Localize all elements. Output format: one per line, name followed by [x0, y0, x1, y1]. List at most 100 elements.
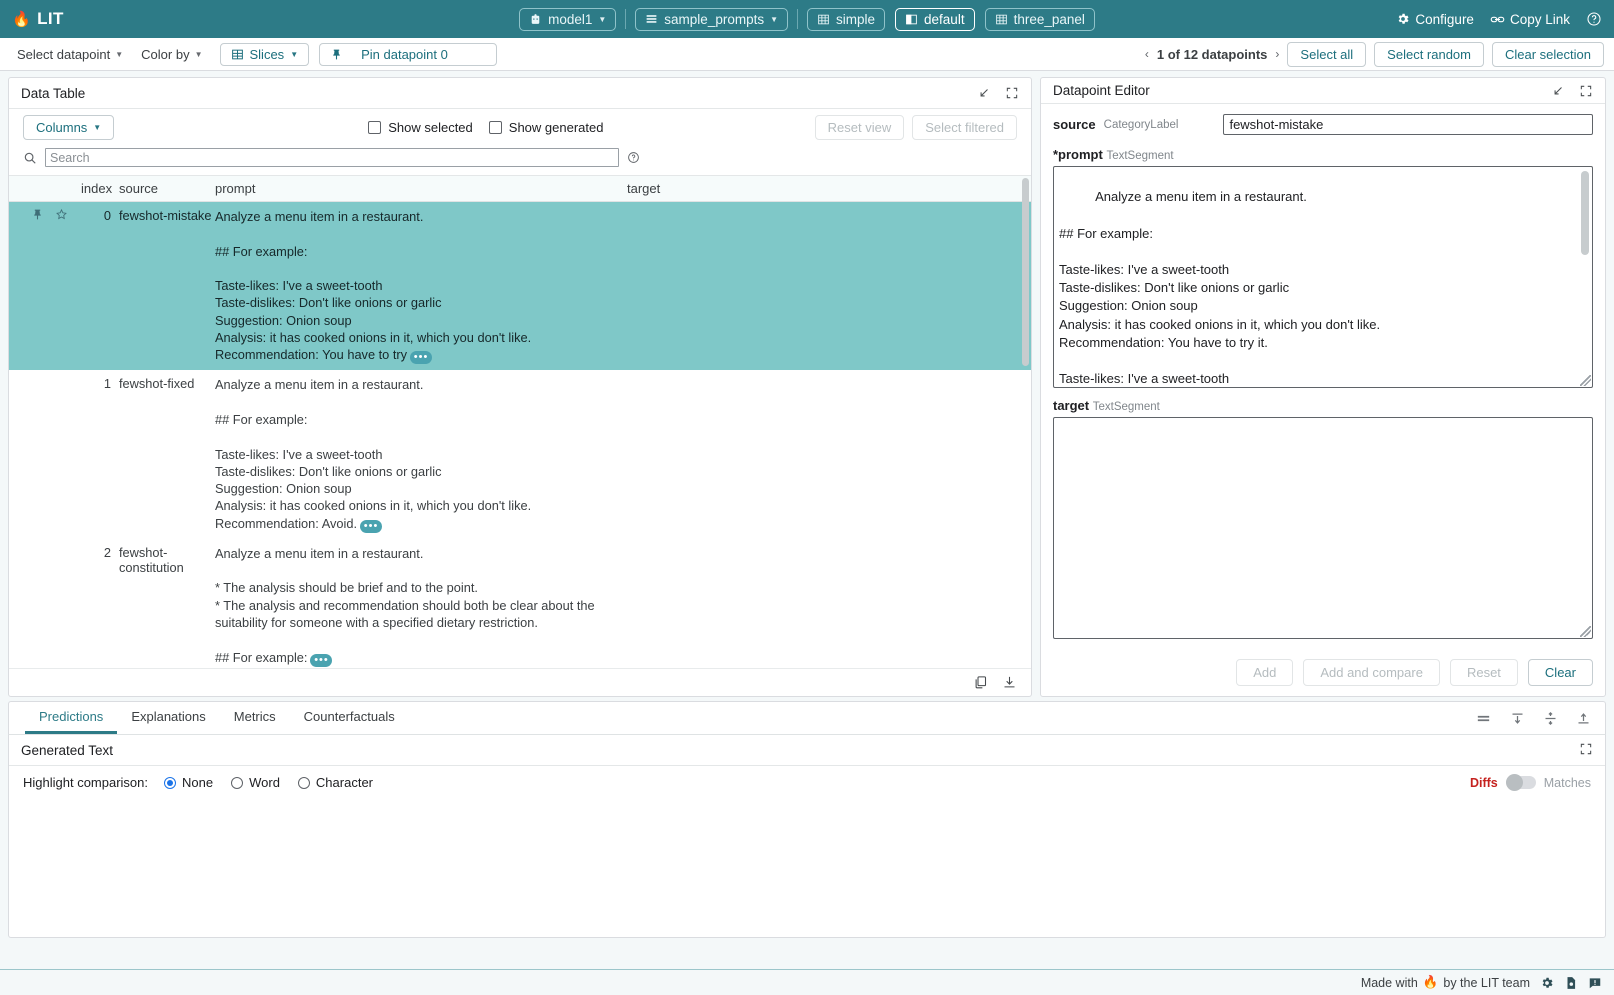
- field-target-labels: target TextSegment: [1053, 398, 1593, 413]
- minimize-icon[interactable]: [977, 86, 991, 100]
- prompt-textarea[interactable]: Analyze a menu item in a restaurant. ## …: [1053, 166, 1593, 388]
- row-prompt-text: Analyze a menu item in a restaurant. ## …: [215, 209, 531, 362]
- tab-counterfactuals[interactable]: Counterfactuals: [290, 702, 409, 734]
- dataset-selector[interactable]: sample_prompts ▼: [635, 8, 788, 31]
- expand-icon[interactable]: [1579, 84, 1593, 98]
- document-icon[interactable]: [1564, 976, 1578, 990]
- table-scrollbar[interactable]: [1022, 178, 1029, 366]
- radio-word[interactable]: Word: [231, 775, 280, 790]
- radio-none-label: None: [182, 775, 213, 790]
- data-table-view-actions: Reset view Select filtered: [815, 115, 1017, 140]
- resize-handle[interactable]: [1580, 626, 1591, 637]
- slices-label: Slices: [250, 47, 285, 62]
- clear-selection-button[interactable]: Clear selection: [1492, 42, 1604, 67]
- copy-link-button[interactable]: Copy Link: [1490, 12, 1570, 27]
- radio-button: [298, 777, 310, 789]
- table-row[interactable]: 2 fewshot-constitution Analyze a menu it…: [9, 539, 1031, 668]
- copy-icon[interactable]: [973, 675, 988, 690]
- search-input[interactable]: [45, 148, 619, 167]
- footer-credit-suffix: by the LIT team: [1443, 976, 1530, 990]
- datapoint-editor-body: source CategoryLabel *prompt TextSegment…: [1041, 104, 1605, 649]
- slices-button[interactable]: Slices ▼: [220, 43, 310, 66]
- reset-button[interactable]: Reset: [1450, 659, 1518, 686]
- select-random-button[interactable]: Select random: [1374, 42, 1484, 67]
- select-datapoint-menu[interactable]: Select datapoint ▼: [10, 44, 130, 65]
- clear-button[interactable]: Clear: [1528, 659, 1593, 686]
- data-table-body: index source prompt target: [9, 175, 1031, 668]
- help-icon[interactable]: [1586, 11, 1602, 27]
- minimize-icon[interactable]: [1551, 84, 1565, 98]
- field-prompt-labels: *prompt TextSegment: [1053, 147, 1593, 162]
- download-icon[interactable]: [1002, 675, 1017, 690]
- table-header-target[interactable]: target: [627, 176, 1031, 202]
- next-datapoint-button[interactable]: ›: [1275, 47, 1279, 61]
- expand-text-icon[interactable]: •••: [410, 351, 432, 364]
- row-source: fewshot-constitution: [119, 539, 215, 668]
- feedback-icon[interactable]: [1588, 976, 1602, 990]
- layout-tab-three-panel[interactable]: three_panel: [985, 8, 1095, 31]
- field-source-type: CategoryLabel: [1104, 119, 1179, 131]
- toolbar-divider: [625, 9, 626, 29]
- reset-view-button[interactable]: Reset view: [815, 115, 905, 140]
- field-prompt-type: TextSegment: [1106, 150, 1173, 162]
- source-input[interactable]: [1223, 114, 1593, 135]
- configure-button[interactable]: Configure: [1396, 12, 1474, 27]
- radio-character[interactable]: Character: [298, 775, 373, 790]
- layout-tab-default[interactable]: default: [895, 8, 975, 31]
- layout-tab-label: simple: [836, 12, 875, 27]
- table-row[interactable]: 0 fewshot-mistake Analyze a menu item in…: [9, 202, 1031, 371]
- row-prompt: Analyze a menu item in a restaurant. ## …: [215, 370, 627, 538]
- table-header-prompt[interactable]: prompt: [215, 176, 627, 202]
- pin-datapoint-button[interactable]: Pin datapoint 0: [319, 43, 497, 66]
- resize-handle[interactable]: [1580, 375, 1591, 386]
- prompt-textarea-value: Analyze a menu item in a restaurant. ## …: [1059, 189, 1380, 388]
- expand-icon[interactable]: [1579, 742, 1593, 756]
- expand-text-icon[interactable]: •••: [360, 520, 382, 533]
- field-source-label: source: [1053, 117, 1096, 132]
- radio-none[interactable]: None: [164, 775, 213, 790]
- color-by-menu[interactable]: Color by ▼: [134, 44, 209, 65]
- copy-link-label: Copy Link: [1510, 12, 1570, 27]
- expand-icon[interactable]: [1005, 86, 1019, 100]
- align-bottom-icon[interactable]: [1576, 711, 1591, 726]
- equal-split-icon[interactable]: [1475, 710, 1492, 727]
- radio-button: [164, 777, 176, 789]
- tab-explanations[interactable]: Explanations: [117, 702, 219, 734]
- flame-icon: 🔥: [12, 10, 31, 28]
- add-and-compare-button[interactable]: Add and compare: [1303, 659, 1440, 686]
- field-prompt: *prompt TextSegment Analyze a menu item …: [1053, 147, 1593, 388]
- show-selected-checkbox[interactable]: Show selected: [368, 120, 473, 135]
- table-header-index[interactable]: index: [81, 176, 119, 202]
- prev-datapoint-button[interactable]: ‹: [1145, 47, 1149, 61]
- table-header-source[interactable]: source: [119, 176, 215, 202]
- show-selected-label: Show selected: [388, 120, 473, 135]
- model-selector[interactable]: model1 ▼: [519, 8, 616, 31]
- diffs-matches-toggle[interactable]: [1506, 776, 1536, 789]
- settings-icon[interactable]: [1540, 976, 1554, 990]
- row-target: [627, 539, 1031, 668]
- field-target-label: target: [1053, 398, 1089, 413]
- table-row[interactable]: 1 fewshot-fixed Analyze a menu item in a…: [9, 370, 1031, 538]
- field-target-type: TextSegment: [1093, 401, 1160, 413]
- tab-predictions[interactable]: Predictions: [25, 702, 117, 734]
- show-generated-checkbox[interactable]: Show generated: [489, 120, 604, 135]
- target-textarea[interactable]: [1053, 417, 1593, 639]
- search-help-icon[interactable]: [627, 151, 640, 164]
- prompt-scrollbar[interactable]: [1581, 171, 1589, 255]
- expand-text-icon[interactable]: •••: [310, 654, 332, 667]
- star-icon[interactable]: [55, 208, 68, 221]
- select-filtered-button[interactable]: Select filtered: [912, 115, 1017, 140]
- columns-button[interactable]: Columns ▼: [23, 115, 114, 140]
- select-all-button[interactable]: Select all: [1287, 42, 1366, 67]
- data-table-controls: Columns ▼ Show selected Show generated R…: [9, 109, 1031, 144]
- layout-tab-simple[interactable]: simple: [807, 8, 885, 31]
- app-footer: Made with 🔥 by the LIT team: [0, 969, 1614, 995]
- pin-icon[interactable]: [31, 208, 44, 221]
- tab-metrics[interactable]: Metrics: [220, 702, 290, 734]
- gear-icon: [1396, 12, 1410, 26]
- row-prompt-text: Analyze a menu item in a restaurant. * T…: [215, 546, 595, 665]
- align-top-icon[interactable]: [1510, 711, 1525, 726]
- align-center-icon[interactable]: [1543, 711, 1558, 726]
- add-button[interactable]: Add: [1236, 659, 1293, 686]
- chevron-down-icon: ▼: [195, 50, 203, 59]
